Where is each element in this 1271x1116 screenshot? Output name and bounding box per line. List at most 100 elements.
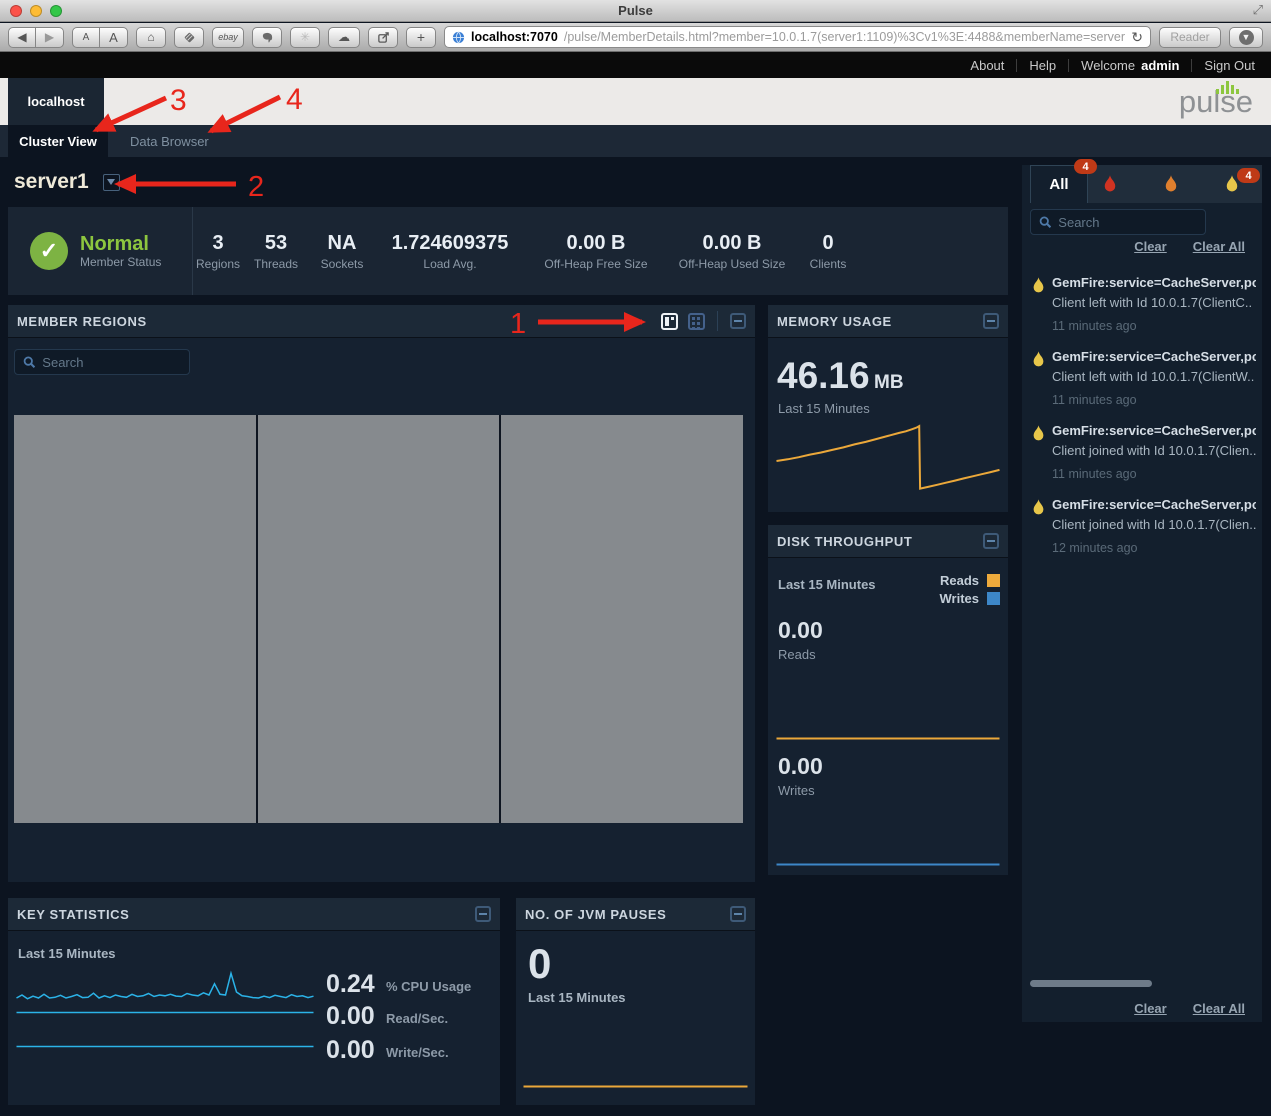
signout-link[interactable]: Sign Out	[1204, 58, 1255, 73]
reads-swatch	[987, 574, 1000, 587]
collapse-icon[interactable]	[730, 313, 746, 329]
flame-yellow-icon	[1032, 499, 1045, 516]
jvm-pauses-value: 0	[528, 940, 551, 988]
grid-view-icon[interactable]	[688, 313, 705, 330]
region-block[interactable]	[501, 415, 743, 823]
reader-button[interactable]: Reader	[1159, 27, 1221, 48]
forward-button[interactable]: ▶	[36, 27, 64, 48]
refresh-icon[interactable]: ↻	[1131, 29, 1143, 46]
member-regions-panel: MEMBER REGIONS	[8, 305, 755, 882]
stat-clients: 0Clients	[797, 231, 859, 271]
warning-count-badge: 4	[1237, 168, 1260, 183]
member-name-heading: server1	[14, 170, 89, 194]
regions-treemap	[14, 415, 743, 823]
flame-yellow-icon	[1032, 351, 1045, 368]
evernote-elephant-icon[interactable]	[252, 27, 282, 48]
resize-icon[interactable]: ⤢	[1253, 2, 1263, 18]
globe-favicon	[452, 31, 465, 44]
treemap-view-icon[interactable]	[661, 313, 678, 330]
download-icon: ▼	[1239, 30, 1254, 45]
clear-all-link-bottom[interactable]: Clear All	[1193, 1001, 1245, 1016]
alert-item[interactable]: GemFire:service=CacheServer,port=404 Cli…	[1032, 275, 1256, 333]
jvm-pauses-chart	[522, 1046, 749, 1088]
collapse-icon[interactable]	[730, 906, 746, 922]
memory-usage-title: MEMORY USAGE	[777, 314, 892, 329]
host-tab[interactable]: localhost	[8, 78, 104, 125]
pulse-logo: pulse	[1179, 84, 1253, 120]
snapback-asterisk-icon[interactable]: ✳	[290, 27, 320, 48]
clear-link[interactable]: Clear	[1134, 239, 1167, 254]
memory-value: 46.16	[777, 355, 870, 396]
pulse-logo-bars-icon	[1216, 81, 1239, 94]
disk-throughput-title: DISK THROUGHPUT	[777, 534, 912, 549]
address-bar[interactable]: localhost:7070/pulse/MemberDetails.html?…	[444, 26, 1151, 48]
disk-reads-value: 0.00	[778, 617, 823, 644]
tab-error-alerts[interactable]	[1141, 165, 1202, 203]
flame-red-icon	[1103, 175, 1117, 193]
search-icon	[1039, 215, 1051, 229]
font-larger-button[interactable]: A	[100, 27, 128, 48]
welcome-label: Welcome	[1081, 58, 1135, 73]
member-dropdown-button[interactable]	[103, 174, 120, 191]
font-smaller-button[interactable]: A	[72, 27, 100, 48]
new-tab-button[interactable]: +	[406, 27, 436, 48]
alert-item[interactable]: GemFire:service=CacheServer,port=404 Cli…	[1032, 497, 1256, 555]
collapse-icon[interactable]	[983, 313, 999, 329]
write-sec-chart	[15, 1026, 315, 1048]
stat-offheap-free: 0.00 BOff-Heap Free Size	[525, 231, 667, 271]
memory-usage-panel: MEMORY USAGE 46.16 MB Last 15 Minutes	[768, 305, 1008, 512]
alert-tabs-strip: 4	[1080, 165, 1262, 203]
alert-item[interactable]: GemFire:service=CacheServer,port=404 Cli…	[1032, 349, 1256, 407]
all-count-badge: 4	[1074, 159, 1097, 174]
write-sec-label: Write/Sec.	[386, 1045, 449, 1060]
jvm-pauses-period: Last 15 Minutes	[528, 990, 626, 1005]
url-host: localhost:7070	[471, 30, 558, 44]
regions-search-input[interactable]	[42, 355, 181, 370]
annotation-number-2: 2	[248, 171, 264, 203]
key-statistics-panel: KEY STATISTICS Last 15 Minutes 0.24 % CP…	[8, 898, 500, 1105]
home-button[interactable]: ⌂	[136, 27, 166, 48]
icloud-button[interactable]: ☁	[328, 27, 360, 48]
alerts-search	[1030, 209, 1206, 235]
clear-all-link[interactable]: Clear All	[1193, 239, 1245, 254]
app-topbar: About Help Welcome admin Sign Out	[0, 52, 1271, 78]
tab-cluster-view[interactable]: Cluster View	[8, 125, 108, 157]
disk-reads-chart	[775, 663, 1001, 740]
help-link[interactable]: Help	[1029, 58, 1056, 73]
region-block[interactable]	[14, 415, 256, 823]
key-statistics-title: KEY STATISTICS	[17, 907, 129, 922]
share-button[interactable]	[368, 27, 398, 48]
stat-load-avg: 1.724609375Load Avg.	[375, 231, 525, 271]
window-titlebar: Pulse ⤢	[0, 0, 1271, 22]
disk-reads-label: Reads	[778, 647, 816, 662]
alert-item[interactable]: GemFire:service=CacheServer,port=404 Cli…	[1032, 423, 1256, 481]
view-tabband: Cluster View Data Browser	[0, 125, 1271, 157]
memory-unit: MB	[874, 372, 904, 393]
member-statusbar: ✓ Normal Member Status 3Regions 53Thread…	[8, 207, 1008, 295]
search-icon	[23, 355, 35, 369]
cpu-usage-value: 0.24	[326, 970, 375, 999]
about-link[interactable]: About	[970, 58, 1004, 73]
region-block[interactable]	[258, 415, 500, 823]
key-stats-period: Last 15 Minutes	[18, 946, 116, 961]
bookmark-diamond-icon[interactable]	[174, 27, 204, 48]
tab-warning-alerts[interactable]: 4	[1201, 165, 1262, 203]
back-button[interactable]: ◀	[8, 27, 36, 48]
ebay-button[interactable]: ebay	[212, 27, 244, 48]
clear-link-bottom[interactable]: Clear	[1134, 1001, 1167, 1016]
tab-all-alerts[interactable]: All 4	[1030, 165, 1088, 203]
downloads-button[interactable]: ▼	[1229, 27, 1263, 48]
read-sec-chart	[15, 992, 315, 1014]
regions-search	[14, 349, 190, 375]
legend-reads: Reads	[940, 573, 1001, 588]
status-state-label: Member Status	[80, 255, 161, 269]
flame-orange-icon	[1164, 175, 1178, 193]
tab-data-browser[interactable]: Data Browser	[118, 125, 221, 157]
collapse-icon[interactable]	[475, 906, 491, 922]
read-sec-value: 0.00	[326, 1002, 375, 1031]
horizontal-scrollbar[interactable]	[1030, 980, 1152, 987]
alerts-search-input[interactable]	[1058, 215, 1197, 230]
member-regions-title: MEMBER REGIONS	[17, 314, 147, 329]
collapse-icon[interactable]	[983, 533, 999, 549]
memory-period: Last 15 Minutes	[778, 401, 870, 416]
